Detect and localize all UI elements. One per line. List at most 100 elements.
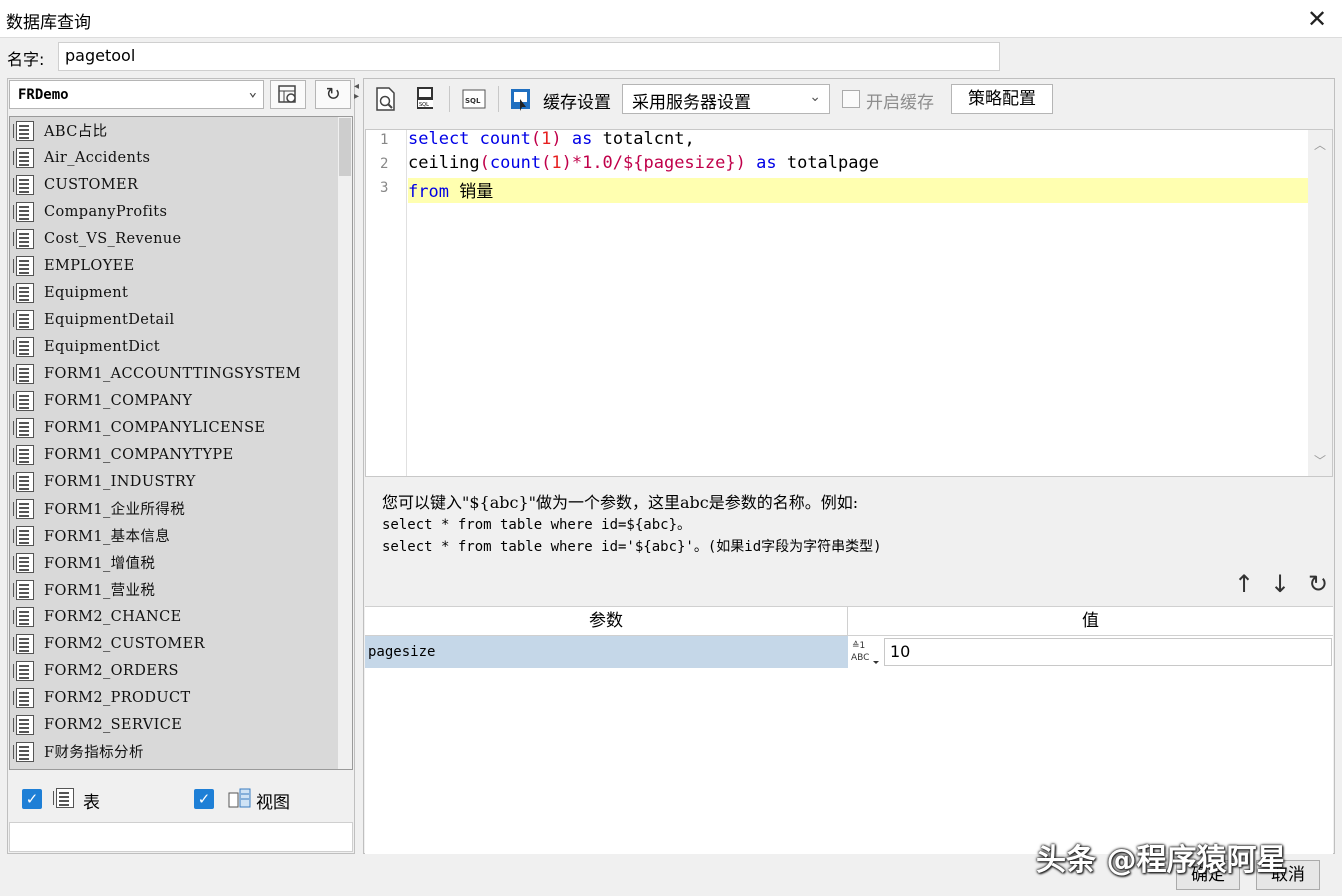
table-list-item[interactable]: FORM1_COMPANYTYPE	[13, 441, 234, 468]
param-name-cell[interactable]: pagesize	[365, 636, 848, 668]
show-views-checkbox[interactable]: ✓	[194, 789, 214, 809]
type-label: ABC	[851, 653, 869, 663]
table-list-item[interactable]: Equipment	[13, 279, 128, 306]
table-list-item[interactable]: EMPLOYEE	[13, 252, 135, 279]
table-list-item[interactable]: FORM1_营业税	[13, 576, 155, 603]
table-name: FORM2_PRODUCT	[44, 689, 191, 706]
param-type-icon[interactable]: ≙1 ABC	[848, 636, 882, 668]
parameter-hint: 您可以键入"${abc}"做为一个参数，这里abc是参数的名称。例如: selec…	[382, 492, 882, 558]
table-list-item[interactable]: F财务指标分析	[13, 738, 144, 765]
table-icon	[53, 788, 74, 808]
cache-icon	[509, 86, 533, 116]
table-icon	[13, 201, 34, 222]
svg-text:SQL: SQL	[465, 97, 481, 105]
table-icon	[13, 390, 34, 411]
table-name: FORM1_ACCOUNTTINGSYSTEM	[44, 365, 301, 382]
keyword: from	[408, 182, 449, 202]
list-scrollbar-thumb[interactable]	[339, 118, 351, 176]
show-tables-checkbox[interactable]: ✓	[22, 789, 42, 809]
table-list-item[interactable]: FORM1_企业所得税	[13, 495, 186, 522]
paren: (	[530, 129, 542, 149]
table-icon	[13, 120, 34, 141]
svg-text:≙1: ≙1	[852, 640, 865, 651]
number: 1	[551, 153, 562, 173]
window-title: 数据库查询	[6, 13, 91, 33]
preview-table-button[interactable]	[270, 80, 306, 109]
table-list-item[interactable]: FORM1_COMPANYLICENSE	[13, 414, 265, 441]
table-icon	[13, 471, 34, 492]
editor-scrollbar[interactable]: ︿ ﹀	[1308, 130, 1332, 476]
table-filter-input[interactable]	[9, 822, 353, 852]
paren: )	[551, 129, 562, 149]
cache-mode-select[interactable]: 采用服务器设置 ⌄	[622, 84, 830, 114]
table-list-item[interactable]: EquipmentDict	[13, 333, 160, 360]
value-column-header: 值	[848, 607, 1333, 636]
table-list-item[interactable]: Air_Accidents	[13, 144, 151, 171]
keyword: as	[756, 153, 777, 173]
table-list-item[interactable]: FORM2_CHANCE	[13, 603, 182, 630]
table-icon	[13, 417, 34, 438]
refresh-button[interactable]: ↻	[315, 80, 351, 109]
refresh-params-icon[interactable]: ↻	[1306, 570, 1330, 598]
table-name: EMPLOYEE	[44, 257, 135, 274]
table-list-item[interactable]: FORM2_SERVICE	[13, 711, 183, 738]
table-icon	[13, 444, 34, 465]
table-list-item[interactable]: FORM1_INDUSTRY	[13, 468, 196, 495]
table-icon	[13, 336, 34, 357]
table-list-item[interactable]: CompanyProfits	[13, 198, 167, 225]
table-list-item[interactable]: EquipmentDetail	[13, 306, 175, 333]
table-name: Cost_VS_Revenue	[44, 230, 182, 247]
table-name: FORM1_基本信息	[44, 529, 171, 545]
watermark: 头条 @程序猿阿星	[1036, 843, 1287, 878]
scroll-down-icon[interactable]: ﹀	[1314, 452, 1326, 469]
expression: *1.0/${pagesize}	[571, 153, 736, 173]
table-list-item[interactable]: FORM1_ACCOUNTTINGSYSTEM	[13, 360, 301, 387]
table-name: FORM2_ORDERS	[44, 662, 179, 679]
table-list-item[interactable]: FORM1_基本信息	[13, 522, 171, 549]
name-label: 名字:	[7, 50, 45, 69]
table-list-item[interactable]: CUSTOMER	[13, 171, 138, 198]
table-name: Air_Accidents	[44, 149, 151, 166]
collapse-handle[interactable]: ◂ ▸	[354, 82, 359, 102]
table-list-item[interactable]: FORM2_CUSTOMER	[13, 630, 205, 657]
identifier: totalpage	[786, 153, 879, 173]
table-list-item[interactable]: ABC占比	[13, 117, 108, 144]
identifier: 销量	[459, 182, 494, 202]
move-up-icon[interactable]: ↑	[1232, 570, 1256, 598]
hint-line: select * from table where id=${abc}。	[382, 517, 692, 533]
enable-cache-checkbox[interactable]	[842, 90, 860, 108]
sql-format-icon: SQL	[462, 89, 486, 109]
hint-line: 您可以键入"${abc}"做为一个参数，这里abc是参数的名称。例如:	[382, 493, 859, 512]
svg-text:SQL: SQL	[419, 102, 429, 108]
table-list-item[interactable]: FORM2_PRODUCT	[13, 684, 191, 711]
table-name: FORM2_SERVICE	[44, 716, 183, 733]
policy-config-button[interactable]: 策略配置	[951, 84, 1053, 114]
code-line-1[interactable]: select count(1) as totalcnt,	[408, 129, 695, 149]
scroll-up-icon[interactable]: ︿	[1314, 136, 1326, 153]
table-name: FORM1_企业所得税	[44, 502, 186, 518]
chevron-down-icon: ⌄	[248, 84, 257, 100]
table-icon	[13, 687, 34, 708]
table-list-item[interactable]: Cost_VS_Revenue	[13, 225, 182, 252]
table-icon	[13, 228, 34, 249]
line-number: 3	[380, 180, 389, 196]
table-name: EquipmentDetail	[44, 311, 175, 328]
param-value-input[interactable]: 10	[884, 638, 1332, 666]
database-select[interactable]: FRDemo ⌄	[9, 80, 264, 109]
sql-format-button[interactable]: SQL	[461, 86, 487, 116]
table-list-item[interactable]: FORM1_COMPANY	[13, 387, 192, 414]
move-down-icon[interactable]: ↓	[1268, 570, 1292, 598]
name-input[interactable]: pagetool	[58, 42, 1000, 71]
list-scrollbar[interactable]	[338, 117, 352, 769]
table-list-item[interactable]: FORM2_ORDERS	[13, 657, 179, 684]
sql-file-button[interactable]: SQL	[414, 85, 438, 115]
chevron-down-icon: ⌄	[809, 89, 821, 105]
preview-button[interactable]	[374, 86, 398, 116]
paren: )	[735, 153, 746, 173]
code-line-2[interactable]: ceiling(count(1)*1.0/${pagesize}) as tot…	[408, 153, 879, 173]
sql-file-icon: SQL	[417, 87, 433, 109]
code-line-3[interactable]: from 销量	[408, 177, 493, 202]
line-number: 2	[380, 156, 389, 172]
close-icon[interactable]: ✕	[1300, 4, 1334, 34]
table-list-item[interactable]: FORM1_增值税	[13, 549, 155, 576]
